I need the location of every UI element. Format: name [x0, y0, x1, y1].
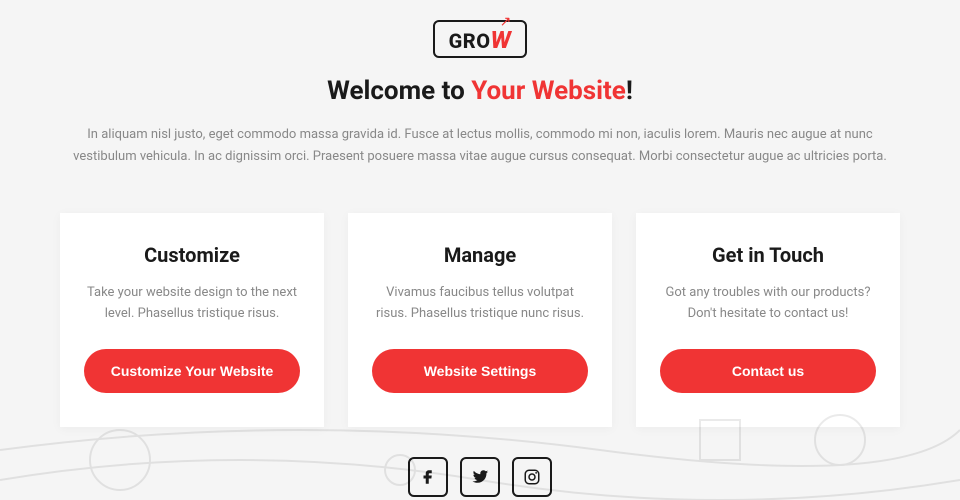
- hero-title-suffix: !: [626, 76, 633, 106]
- card-contact: Get in Touch Got any troubles with our p…: [636, 213, 900, 427]
- hero-title: Welcome to Your Website!: [60, 76, 900, 106]
- settings-button[interactable]: Website Settings: [372, 349, 588, 393]
- logo: ↗ GROW: [433, 20, 528, 58]
- logo-text-part2: W: [491, 26, 512, 54]
- instagram-icon: [523, 468, 541, 486]
- cards-row: Customize Take your website design to th…: [60, 213, 900, 427]
- hero-title-highlight: Your Website: [471, 76, 626, 106]
- hero-title-prefix: Welcome to: [327, 76, 471, 106]
- card-manage: Manage Vivamus faucibus tellus volutpat …: [348, 213, 612, 427]
- card-description: Vivamus faucibus tellus volutpat risus. …: [372, 283, 588, 325]
- card-title: Get in Touch: [660, 243, 876, 267]
- card-description: Take your website design to the next lev…: [84, 283, 300, 325]
- logo-arrow-icon: ↗: [500, 14, 512, 30]
- customize-button[interactable]: Customize Your Website: [84, 349, 300, 393]
- twitter-button[interactable]: [460, 457, 500, 497]
- hero-description: In aliquam nisl justo, eget commodo mass…: [70, 124, 890, 168]
- card-title: Manage: [372, 243, 588, 267]
- facebook-icon: [419, 468, 437, 486]
- card-title: Customize: [84, 243, 300, 267]
- twitter-icon: [471, 468, 489, 486]
- card-description: Got any troubles with our products? Don'…: [660, 283, 876, 325]
- card-customize: Customize Take your website design to th…: [60, 213, 324, 427]
- facebook-button[interactable]: [408, 457, 448, 497]
- contact-button[interactable]: Contact us: [660, 349, 876, 393]
- instagram-button[interactable]: [512, 457, 552, 497]
- logo-text-part1: GRO: [449, 29, 491, 53]
- social-links: [60, 457, 900, 497]
